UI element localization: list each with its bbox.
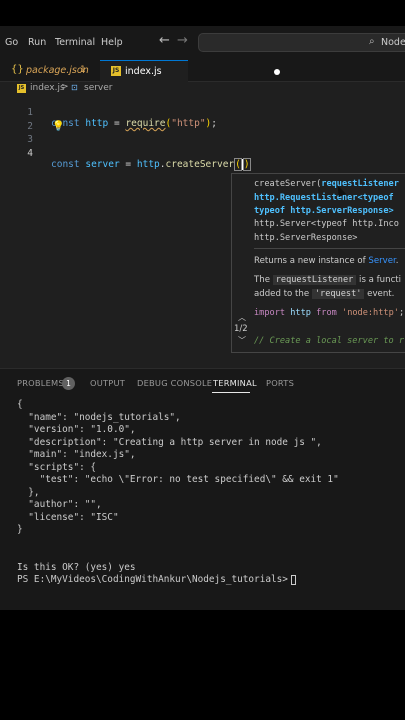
forward-arrow-icon[interactable]: → <box>177 33 188 48</box>
terminal-line: { <box>17 399 23 410</box>
menu-help[interactable]: Help <box>101 37 123 48</box>
tab-index-js[interactable]: JS index.js <box>100 60 280 82</box>
active-tab-indicator <box>212 392 250 393</box>
signature-line: createServer(requestListener <box>254 179 399 189</box>
tab-terminal[interactable]: TERMINAL <box>213 378 257 388</box>
back-arrow-icon[interactable]: ← <box>159 33 170 48</box>
tab-output[interactable]: OUTPUT <box>90 378 125 388</box>
problem-count-badge: 1 <box>80 65 86 75</box>
signature-line: http.RequestListener<typeof <box>254 193 394 203</box>
menu-run[interactable]: Run <box>28 37 46 48</box>
chevron-right-icon: > <box>61 82 69 92</box>
menu-bar: Go Run Terminal Help ← → ⌕ Nodejs_tutori… <box>0 26 405 60</box>
breadcrumb: JS index.js > ⊡ server <box>0 82 405 96</box>
signature-line: http.ServerResponse> <box>254 233 358 243</box>
terminal-cursor <box>290 574 296 585</box>
terminal-line: }, <box>17 486 40 498</box>
overload-counter: 1/2 <box>234 324 248 334</box>
terminal-line: Is this OK? (yes) yes <box>17 561 136 573</box>
code-line-4: 4 const server = http.createServer() <box>0 137 405 171</box>
chevron-down-icon[interactable]: ﹀ <box>238 335 246 346</box>
signature-help-popup[interactable]: createServer(requestListener http.Reques… <box>231 173 405 353</box>
menu-terminal[interactable]: Terminal <box>55 37 95 48</box>
js-file-icon: JS <box>111 66 121 76</box>
terminal-line: "description": "Creating a http server i… <box>17 436 322 448</box>
unsaved-dot-icon[interactable] <box>274 69 280 75</box>
terminal-prompt-line: PS E:\MyVideos\CodingWithAnkur\Nodejs_tu… <box>17 574 296 585</box>
menu-go[interactable]: Go <box>5 37 18 48</box>
bottom-panel: PROBLEMS 1 OUTPUT DEBUG CONSOLE TERMINAL… <box>0 368 405 610</box>
variable-symbol-icon: ⊡ <box>71 83 78 92</box>
js-file-icon: JS <box>17 84 26 93</box>
terminal-line: } <box>17 524 23 535</box>
editor-tab-bar: {} package.json 1 JS index.js <box>0 60 405 82</box>
tab-label: index.js <box>125 66 162 77</box>
signature-description: added to the 'request' event. <box>254 289 395 299</box>
panel-tab-bar: PROBLEMS 1 OUTPUT DEBUG CONSOLE TERMINAL… <box>0 369 405 395</box>
breadcrumb-file[interactable]: index.js <box>30 83 65 93</box>
vscode-window: Go Run Terminal Help ← → ⌕ Nodejs_tutori… <box>0 26 405 610</box>
divider <box>254 248 405 249</box>
signature-line: http.Server<typeof http.Inco <box>254 219 399 229</box>
terminal-line: "scripts": { <box>17 461 97 473</box>
tab-debug-console[interactable]: DEBUG CONSOLE <box>137 378 212 388</box>
command-center-text: Nodejs_tutorials <box>381 37 405 48</box>
lightbulb-icon[interactable]: 💡 <box>52 121 64 132</box>
command-center-search[interactable]: ⌕ Nodejs_tutorials <box>198 33 405 52</box>
code-line-1: 1 const http = require("http"); <box>0 96 405 129</box>
code-sample-comment: // Create a local server to r <box>254 336 405 346</box>
line-number: 4 <box>27 147 33 159</box>
code-sample: import http from 'node:http'; <box>254 308 405 318</box>
chevron-up-icon[interactable]: ︿ <box>238 312 246 323</box>
server-doc-link[interactable]: Server <box>368 256 395 266</box>
terminal[interactable]: { "name": "nodejs_tutorials", "version":… <box>0 399 405 610</box>
breadcrumb-symbol[interactable]: server <box>84 83 113 93</box>
signature-description: The requestListener is a functi <box>254 275 402 285</box>
terminal-line: "author": "", <box>17 499 102 510</box>
search-icon: ⌕ <box>369 36 375 47</box>
problems-count-badge: 1 <box>62 377 75 390</box>
tab-ports[interactable]: PORTS <box>266 378 294 388</box>
terminal-line: "version": "1.0.0", <box>17 424 136 435</box>
terminal-prompt: PS E:\MyVideos\CodingWithAnkur\Nodejs_tu… <box>17 574 288 585</box>
terminal-line: "license": "ISC" <box>17 511 119 523</box>
signature-line: typeof http.ServerResponse> <box>254 206 394 216</box>
terminal-line: "main": "index.js", <box>17 449 136 460</box>
terminal-line: "test": "echo \"Error: no test specified… <box>17 474 339 485</box>
json-file-icon: {} <box>11 64 24 75</box>
terminal-line: "name": "nodejs_tutorials", <box>17 411 181 423</box>
tab-problems[interactable]: PROBLEMS <box>17 378 64 388</box>
signature-description: Returns a new instance of Server. <box>254 256 399 266</box>
tab-package-json[interactable]: {} package.json 1 <box>0 60 100 82</box>
